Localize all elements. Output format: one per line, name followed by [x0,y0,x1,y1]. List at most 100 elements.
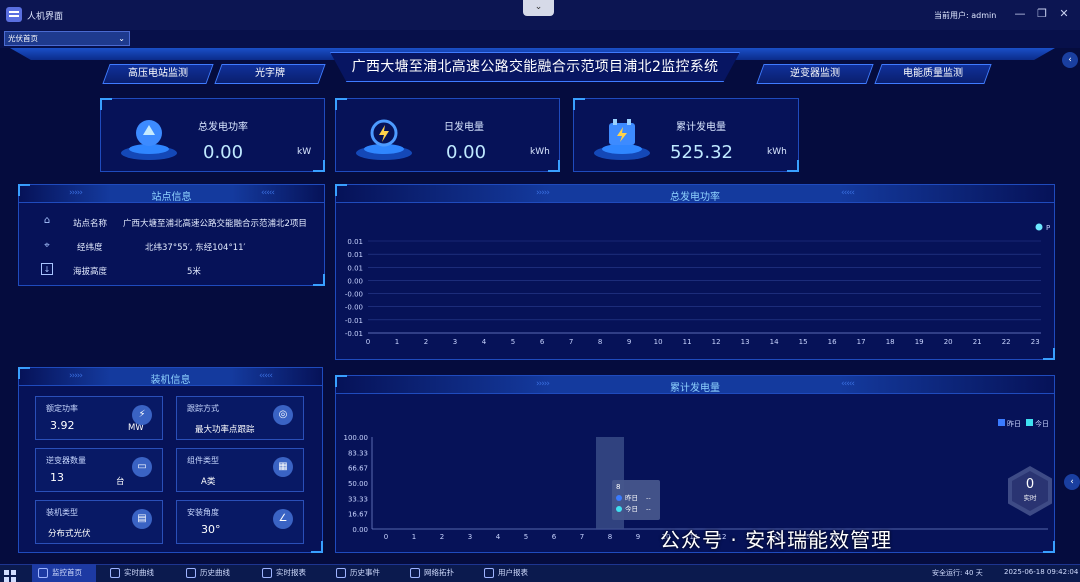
tooltip-row-label: 昨日 [625,493,638,502]
taskbar-item-user-report[interactable]: 用户报表 [478,564,542,582]
x-tick-label: 5 [511,338,515,346]
x-tick-label: 0 [366,338,370,346]
row-label: 海拔高度 [73,267,108,277]
card-rated-power: 额定功率 3.92 MW ⚡ [35,396,163,440]
x-tick-label: 2 [424,338,428,346]
network-icon [410,568,420,578]
x-tick-label: 8 [598,338,602,346]
y-tick-label: 0.01 [347,251,363,259]
kpi-unit: kW [297,147,312,157]
y-tick-label: 100.00 [344,434,369,442]
y-tick-label: 50.00 [348,480,368,488]
x-tick-label: 12 [712,338,721,346]
taskbar-item-history-event[interactable]: 历史事件 [330,564,394,582]
legend-marker [998,419,1005,426]
row-label: 经纬度 [77,243,103,253]
x-tick-label: 6 [552,533,557,541]
card-label: 逆变器数量 [46,456,86,465]
battery-calendar-icon [594,119,650,160]
app-icon [6,7,22,22]
x-tick-label: 20 [944,338,953,346]
taskbar-item-home[interactable]: 监控首页 [32,564,96,582]
card-value: 最大功率点跟踪 [195,425,255,435]
power-gauge-icon [121,120,177,160]
card-value: 3.92 [50,419,75,432]
kpi-value: 0.00 [446,142,487,163]
panel-header: ››››› 装机信息 ‹‹‹‹‹ [19,368,322,386]
x-tick-label: 1 [412,533,416,541]
x-tick-label: 5 [524,533,528,541]
tab-inverter[interactable]: 逆变器监测 [756,64,874,84]
home-icon: ⌂ [43,215,51,226]
taskbar-item-realtime-report[interactable]: 实时报表 [256,564,320,582]
power-line-chart: 0.010.010.010.00-0.00-0.00-0.01-0.010 1 2 3… [345,223,1050,346]
angle-icon: ∠ [273,509,293,529]
legend-label: 昨日 [1007,419,1021,428]
y-tick-label: -0.01 [345,317,363,325]
tooltip-row-label: 今日 [625,504,638,513]
card-install-type: 装机类型 分布式光伏 ▤ [35,500,163,544]
x-tick-label: 23 [1031,338,1040,346]
report-icon [262,568,272,578]
taskbar-item-realtime-curve[interactable]: 实时曲线 [104,564,168,582]
kpi-daily-energy: 日发电量 0.00 kWh [335,98,560,172]
x-tick-label: 21 [973,338,982,346]
x-tick-label: 10 [654,338,663,346]
start-grid-icon[interactable] [4,567,16,582]
x-tick-label: 4 [482,338,487,346]
datetime: 2025-06-18 09:42:04 [1004,568,1079,576]
card-label: 安装角度 [187,508,219,517]
x-tick-label: 4 [496,533,501,541]
tab-light-board[interactable]: 光字牌 [214,64,326,84]
restore-icon[interactable]: ❐ [1034,6,1050,22]
y-tick-label: 83.33 [348,449,368,457]
panel-title: 站点信息 [151,192,192,203]
card-value: 30° [201,523,221,536]
x-tick-label: 9 [627,338,631,346]
taskbar-item-history-curve[interactable]: 历史曲线 [180,564,244,582]
taskbar-item-topology[interactable]: 网络拓扑 [404,564,468,582]
x-tick-label: 6 [540,338,545,346]
row-value: 北纬37°55′, 东经104°11′ [145,243,246,253]
page-select[interactable]: 光伏首页 ⌄ [4,31,130,46]
decor-arrows-icon: ‹‹‹‹‹ [261,188,275,198]
panel-title: 装机信息 [150,375,191,386]
legend-label: 今日 [1035,419,1049,428]
tab-power-quality[interactable]: 电能质量监测 [874,64,992,84]
x-tick-label: 7 [580,533,584,541]
tab-hv-station[interactable]: 高压电站监测 [102,64,214,84]
target-icon: ◎ [273,405,293,425]
x-tick-label: 9 [636,533,640,541]
kpi-unit: kWh [767,147,787,157]
home-icon [38,568,48,578]
page-title: 广西大塘至浦北高速公路交能融合示范项目浦北2监控系统 [330,52,740,82]
row-label: 站点名称 [73,219,108,229]
y-tick-label: 16.67 [348,511,368,519]
kpi-value: 0.00 [203,142,244,163]
x-tick-label: 3 [453,338,457,346]
y-tick-label: 0.00 [347,277,363,285]
sidebar-collapse-icon[interactable]: ‹ [1062,52,1078,68]
y-tick-label: 0.01 [347,238,363,246]
curve-icon [110,568,120,578]
menu-bar [0,30,1080,48]
chevron-down-icon: ⌄ [118,34,125,43]
y-tick-label: 66.67 [348,465,368,473]
card-label: 组件类型 [187,456,219,465]
kpi-total-power: 总发电功率 0.00 kW [100,98,325,172]
legend-marker [1035,223,1043,231]
collapse-toggle-button[interactable]: ⌄ [523,0,554,16]
kpi-label: 日发电量 [444,122,484,133]
y-tick-label: -0.01 [345,330,363,338]
window-title: 人机界面 [27,12,64,22]
sidebar-expand-icon[interactable]: ‹ [1064,474,1080,490]
y-tick-label: 33.33 [348,495,368,503]
card-module-type: 组件类型 A类 ▦ [176,448,304,492]
y-tick-label: 0.01 [347,264,363,272]
close-icon[interactable]: ✕ [1056,6,1072,22]
legend-label: P [1046,224,1050,232]
kpi-cumulative-energy: 累计发电量 525.32 kWh [573,98,799,172]
card-unit: 台 [116,477,125,487]
minimize-icon[interactable]: — [1012,6,1028,22]
card-label: 额定功率 [46,404,78,413]
